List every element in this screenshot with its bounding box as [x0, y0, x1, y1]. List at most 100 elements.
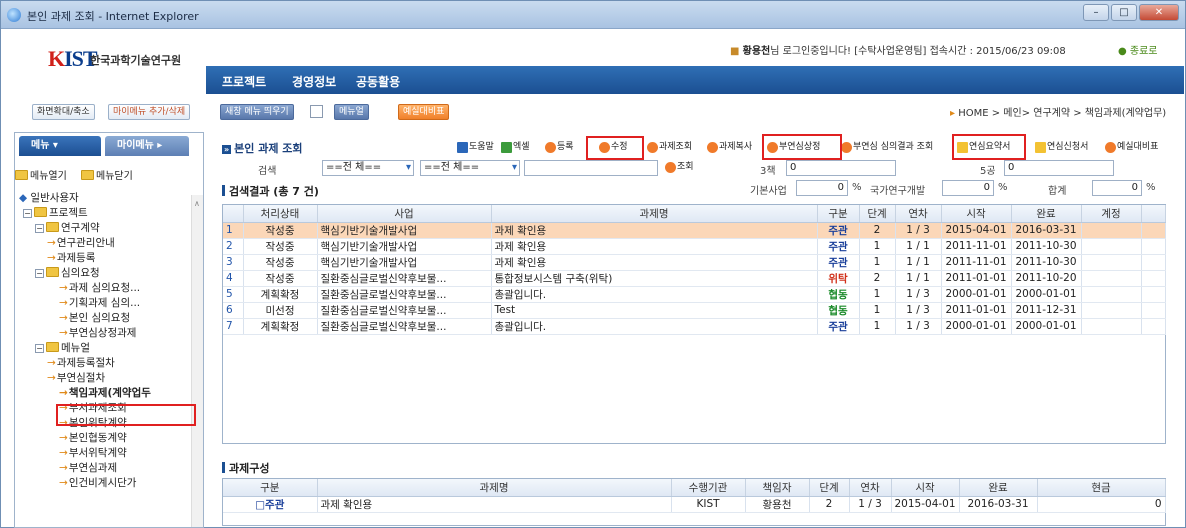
search-select-1[interactable]: ==전 체== ▾: [322, 160, 414, 176]
task-copy-button[interactable]: 과제복사: [706, 141, 755, 156]
table-row[interactable]: 3 작성중 핵심기반기술개발사업 과제 확인용 주관 1 1 / 1 2011-11-01 20…: [223, 254, 1166, 271]
row-number: 6: [223, 302, 244, 319]
pct-nation: %: [998, 182, 1008, 193]
tree-item-own-coop[interactable]: →본인협동계약: [59, 431, 127, 446]
col-name[interactable]: 과제명: [491, 205, 818, 223]
col-acct[interactable]: 계정: [1081, 205, 1142, 223]
sidebar: 메뉴 ▾ 마이메뉴 ▸ 메뉴열기 메뉴닫기 ◆ 일반사용자 − 프로젝트 − 연구계…: [14, 132, 204, 528]
tree-item-responsible-task[interactable]: →책임과제(계약업두: [59, 386, 151, 401]
query-icon: [665, 162, 676, 173]
tree-item-task-review[interactable]: →과제 심의요청...: [59, 281, 140, 296]
review-result-button[interactable]: 부연심 심의결과 조회: [840, 141, 936, 156]
budget-table-button[interactable]: 예실대비표: [1104, 141, 1161, 156]
col-biz[interactable]: 사업: [317, 205, 492, 223]
cell-status: 작성중: [243, 254, 318, 271]
excel-button[interactable]: 엑셀: [500, 141, 533, 156]
tree-item-register[interactable]: →과제등록: [47, 251, 95, 266]
tree-item-project[interactable]: − 프로젝트: [23, 206, 88, 221]
tab-menu[interactable]: 메뉴 ▾: [19, 136, 101, 156]
tree-item-contract[interactable]: − 연구계약: [35, 221, 100, 236]
minimize-button[interactable]: –: [1083, 4, 1109, 21]
table-row[interactable]: 2 작성중 핵심기반기술개발사업 과제 확인용 주관 1 1 / 1 2011-11-01 20…: [223, 238, 1166, 255]
tree-item-guide[interactable]: →연구관리안내: [47, 236, 115, 251]
cell-status: 작성중: [243, 270, 318, 287]
register-button[interactable]: 등록: [544, 141, 577, 156]
tree-item-dept-consign[interactable]: →부서위탁계약: [59, 446, 127, 461]
cell-start: 2011-01-01: [941, 270, 1012, 287]
col-year[interactable]: 연차: [895, 205, 942, 223]
new-window-button[interactable]: 새창 메뉴 띄우기: [220, 104, 294, 120]
col-kind[interactable]: 구분: [817, 205, 860, 223]
comp-col-end[interactable]: 완료: [959, 479, 1038, 497]
cell-kind: 주관: [817, 318, 860, 335]
close-button[interactable]: ✕: [1139, 4, 1179, 21]
cell-kind: 협동: [817, 302, 860, 319]
nav-item-project[interactable]: 프로젝트: [222, 73, 266, 90]
cell-acct: [1081, 270, 1142, 287]
comp-cell-lead: 황용천: [745, 496, 810, 513]
search-select-2[interactable]: ==전 체== ▾: [420, 160, 520, 176]
manual-button[interactable]: 메뉴얼: [334, 104, 369, 120]
tree-item-sub-task[interactable]: →부연심과제: [59, 461, 117, 476]
table-row[interactable]: 4 작성중 질환중심글로벌신약후보물... 통합정보시스템 구축(위탁) 위탁 2 1 / …: [223, 270, 1166, 287]
tree-item-general-user[interactable]: ◆ 일반사용자: [19, 191, 79, 206]
close-all-button[interactable]: 메뉴닫기: [81, 167, 133, 182]
zoom-button[interactable]: 화면확대/축소: [32, 104, 95, 120]
mymenu-edit-button[interactable]: 마이메뉴 추가/삭제: [108, 104, 191, 120]
table-row[interactable]: 6 미선정 질환중심글로벌신약후보물... Test 협동 1 1 / 3 2011-01-0…: [223, 302, 1166, 319]
col-start[interactable]: 시작: [941, 205, 1012, 223]
tree-item-plan-review[interactable]: →기획과제 심의...: [59, 296, 140, 311]
arrow-icon: →: [59, 387, 68, 399]
task-query-button[interactable]: 과제조회: [646, 141, 695, 156]
comp-col-year[interactable]: 연차: [849, 479, 892, 497]
cell-end: 2016-03-31: [1011, 222, 1082, 239]
table-row[interactable]: 5 계획확정 질환중심글로벌신약후보물... 총괄입니다. 협동 1 1 / 3 2000-0…: [223, 286, 1166, 303]
cell-year: 1 / 1: [895, 254, 942, 271]
comp-col-kind[interactable]: 구분: [223, 479, 318, 497]
nav-item-shared[interactable]: 공동활용: [356, 73, 400, 90]
cell-year: 1 / 3: [895, 318, 942, 335]
cell-biz: 질환중심글로벌신약후보물...: [317, 302, 492, 319]
table-row[interactable]: 1 작성중 핵심기반기술개발사업 과제 확인용 주관 2 1 / 3 2015-04-01 20…: [223, 222, 1166, 239]
new-window-checkbox[interactable]: [310, 105, 323, 118]
tab-mymenu[interactable]: 마이메뉴 ▸: [105, 136, 189, 156]
col-end[interactable]: 완료: [1011, 205, 1082, 223]
comp-col-lead[interactable]: 책임자: [745, 479, 810, 497]
user-info: ■ 황용천님 로그인중입니다! [수탁사업운영팀] 접속시간 : 2015/06…: [730, 42, 1066, 57]
label-nation: 국가연구개발: [870, 186, 926, 197]
tree-item-sub-review[interactable]: →부연심상정과제: [59, 326, 136, 341]
comp-col-name[interactable]: 과제명: [317, 479, 672, 497]
query-button[interactable]: 조회: [664, 161, 697, 176]
tree-item-register-proc[interactable]: →과제등록절차: [47, 356, 115, 371]
nav-item-management[interactable]: 경영정보: [292, 73, 336, 90]
table-row[interactable]: 7 계획확정 질환중심글로벌신약후보물... 총괄입니다. 주관 1 1 / 3 2000-0…: [223, 318, 1166, 335]
tree-item-review-request[interactable]: − 심의요청: [35, 266, 100, 281]
cell-acct: [1081, 222, 1142, 239]
table-header: 처리상태 사업 과제명 구분 단계 연차 시작 완료 계정: [223, 205, 1166, 223]
help-button[interactable]: 도움말: [456, 141, 497, 156]
tree-item-sub-proc[interactable]: →부연심절차: [47, 371, 105, 386]
comp-row[interactable]: □주관 과제 확인용 KIST 황용천 2 1 / 3 2015-04-01 2016-03-…: [223, 496, 1166, 513]
value-3: 0: [786, 160, 896, 176]
tree-item-manual[interactable]: − 메뉴얼: [35, 341, 90, 356]
comp-col-cash[interactable]: 현금: [1037, 479, 1166, 497]
sidebar-scrollbar[interactable]: ∧: [191, 195, 203, 527]
maximize-button[interactable]: □: [1111, 4, 1137, 21]
review-result-icon: [841, 142, 852, 153]
budget-report-button[interactable]: 예실대비표: [398, 104, 450, 120]
label-basic: 기본사업: [750, 186, 787, 197]
logout-link[interactable]: ● 종료로: [1118, 42, 1158, 57]
col-status[interactable]: 처리상태: [243, 205, 318, 223]
comp-col-step[interactable]: 단계: [809, 479, 850, 497]
search-input[interactable]: [524, 160, 658, 176]
col-step[interactable]: 단계: [859, 205, 896, 223]
comp-col-org[interactable]: 수행기관: [671, 479, 746, 497]
page-title: » 본인 과제 조회: [222, 142, 303, 155]
value-nation: 0: [942, 180, 994, 196]
tree-item-own-review[interactable]: →본인 심의요청: [59, 311, 130, 326]
comp-col-start[interactable]: 시작: [891, 479, 960, 497]
cell-filler: [1141, 254, 1166, 271]
tree-item-labor-cost[interactable]: →인건비계시단가: [59, 476, 136, 491]
open-all-button[interactable]: 메뉴열기: [15, 167, 67, 182]
application-button[interactable]: 연심신청서: [1034, 141, 1091, 156]
